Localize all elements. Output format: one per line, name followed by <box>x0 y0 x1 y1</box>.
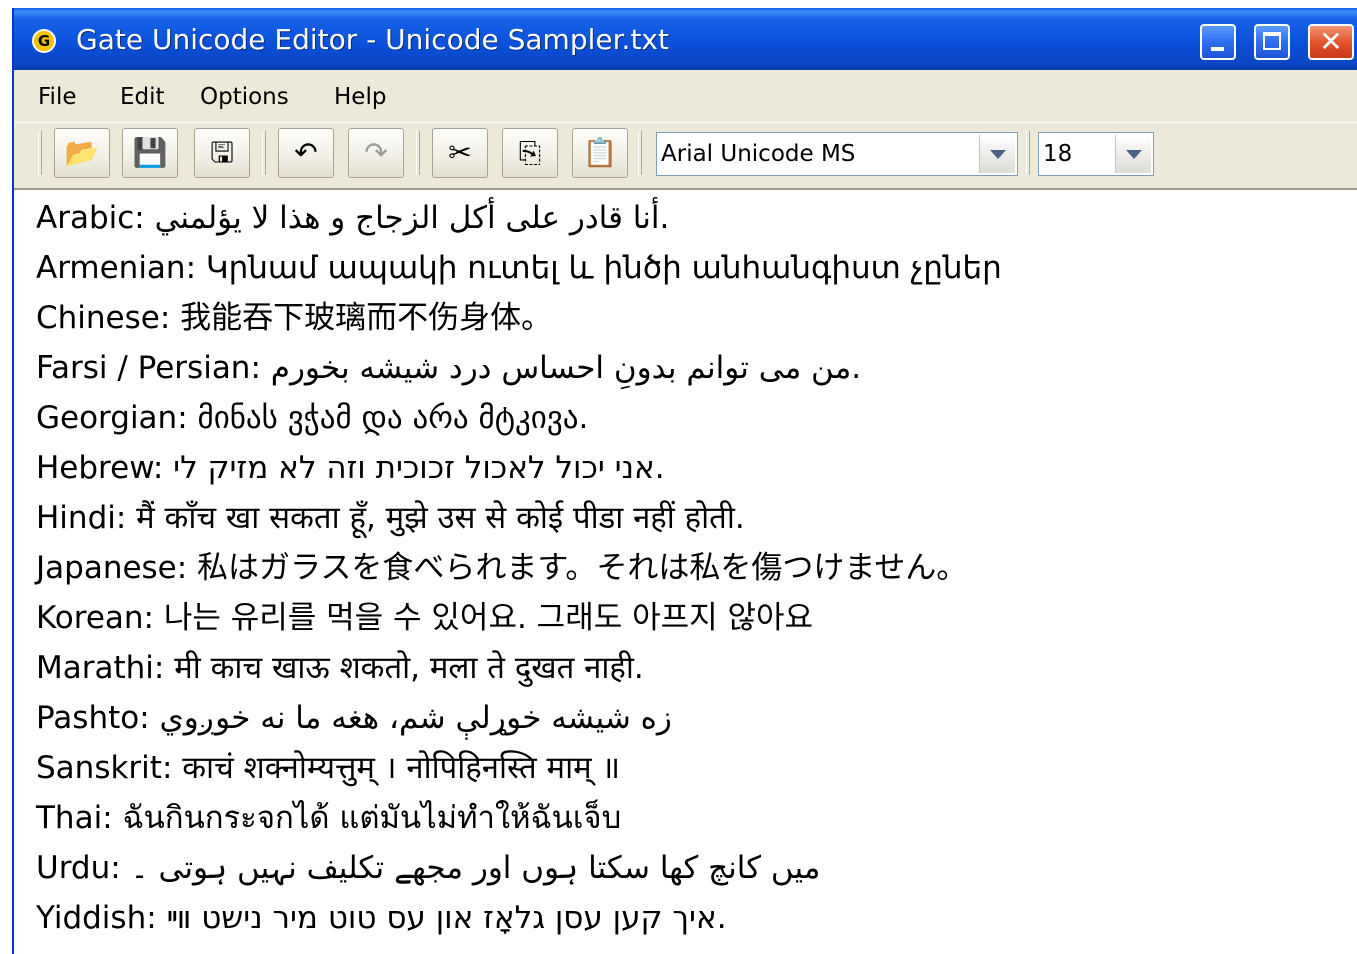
menu-options[interactable]: Options <box>200 84 289 110</box>
text-line: Urdu: میں کانچ کھا سکتا ہوں اور مجھے تکل… <box>36 850 821 886</box>
menu-edit[interactable]: Edit <box>120 84 165 110</box>
maximize-button[interactable] <box>1254 24 1290 60</box>
text-line: Japanese: 私はガラスを食べられます。それは私を傷つけません。 <box>36 550 968 586</box>
text-line: Pashto: زه شيشه خوړلې شم، هغه ما نه خوږو… <box>36 700 672 736</box>
cut-button[interactable]: ✂ <box>432 128 488 178</box>
menu-bar: File Edit Options Help <box>14 70 1357 122</box>
app-window: G Gate Unicode Editor - Unicode Sampler.… <box>12 8 1357 954</box>
save-button[interactable]: 💾 <box>122 128 178 178</box>
menu-file[interactable]: File <box>38 84 77 110</box>
close-icon: ✕ <box>1319 25 1343 58</box>
save-as-button[interactable]: 🖫 <box>194 128 250 178</box>
open-folder-icon: 📂 <box>64 136 100 169</box>
maximize-icon <box>1263 32 1281 50</box>
title-bar[interactable]: G Gate Unicode Editor - Unicode Sampler.… <box>14 8 1357 70</box>
redo-icon: ↷ <box>364 136 388 169</box>
menu-help[interactable]: Help <box>334 84 386 110</box>
minimize-button[interactable] <box>1200 24 1236 60</box>
copy-button[interactable]: ⎘ <box>502 128 558 178</box>
font-size-value: 18 <box>1043 141 1073 167</box>
text-line: Korean: 나는 유리를 먹을 수 있어요. 그래도 아프지 않아요 <box>36 600 814 636</box>
font-name-select[interactable]: Arial Unicode MS <box>656 132 1018 176</box>
undo-icon: ↶ <box>294 136 318 169</box>
window-title: Gate Unicode Editor - Unicode Sampler.tx… <box>76 23 669 56</box>
text-line: Marathi: मी काच खाऊ शकतो, मला ते दुखत ना… <box>36 650 644 686</box>
text-line: Georgian: მინას ვჭამ და არა მტკივა. <box>36 400 589 436</box>
minimize-icon <box>1211 47 1224 51</box>
text-line: Farsi / Persian: من می توانم بدونِ احساس… <box>36 350 862 386</box>
toolbar-separator <box>638 131 642 175</box>
text-line: Sanskrit: काचं शक्नोम्यत्तुम् । नोपिहिनस… <box>36 750 621 786</box>
font-size-select[interactable]: 18 <box>1038 132 1154 176</box>
text-editor-area[interactable]: Arabic: أنا قادر على أكل الزجاج و هذا لا… <box>14 188 1357 954</box>
toolbar: 📂 💾 🖫 ↶ ↷ ✂ ⎘ 📋 Arial Unicode MS 18 <box>14 122 1357 189</box>
app-logo-icon[interactable]: G <box>32 29 56 53</box>
save-icon: 💾 <box>132 136 168 169</box>
toolbar-separator <box>1026 131 1030 175</box>
text-line: Hindi: मैं काँच खा सकता हूँ, मुझे उस से … <box>36 500 745 536</box>
cut-icon: ✂ <box>448 136 472 169</box>
font-name-value: Arial Unicode MS <box>661 141 856 167</box>
text-line: Armenian: Կրնամ ապակի ուտել և ինծի անհան… <box>36 250 1002 286</box>
paste-button[interactable]: 📋 <box>572 128 628 178</box>
text-line: Yiddish: איך קען עסן גלאָז און עס טוט מי… <box>36 900 727 936</box>
redo-button[interactable]: ↷ <box>348 128 404 178</box>
save-as-icon: 🖫 <box>210 136 234 169</box>
chevron-down-icon[interactable] <box>1115 135 1151 173</box>
undo-button[interactable]: ↶ <box>278 128 334 178</box>
open-button[interactable]: 📂 <box>54 128 110 178</box>
text-line: Arabic: أنا قادر على أكل الزجاج و هذا لا… <box>36 200 670 236</box>
toolbar-separator <box>416 131 420 175</box>
close-button[interactable]: ✕ <box>1308 24 1354 60</box>
paste-icon: 📋 <box>582 136 618 169</box>
chevron-down-icon[interactable] <box>979 135 1015 173</box>
text-line: Hebrew: אני יכול לאכול זכוכית וזה לא מזי… <box>36 450 665 486</box>
toolbar-grip[interactable] <box>38 131 42 175</box>
copy-icon: ⎘ <box>518 136 542 169</box>
text-line: Chinese: 我能吞下玻璃而不伤身体。 <box>36 300 553 336</box>
text-line: Thai: ฉันกินกระจกได้ แต่มันไม่ทำให้ฉันเจ… <box>36 800 622 836</box>
toolbar-separator <box>262 131 266 175</box>
